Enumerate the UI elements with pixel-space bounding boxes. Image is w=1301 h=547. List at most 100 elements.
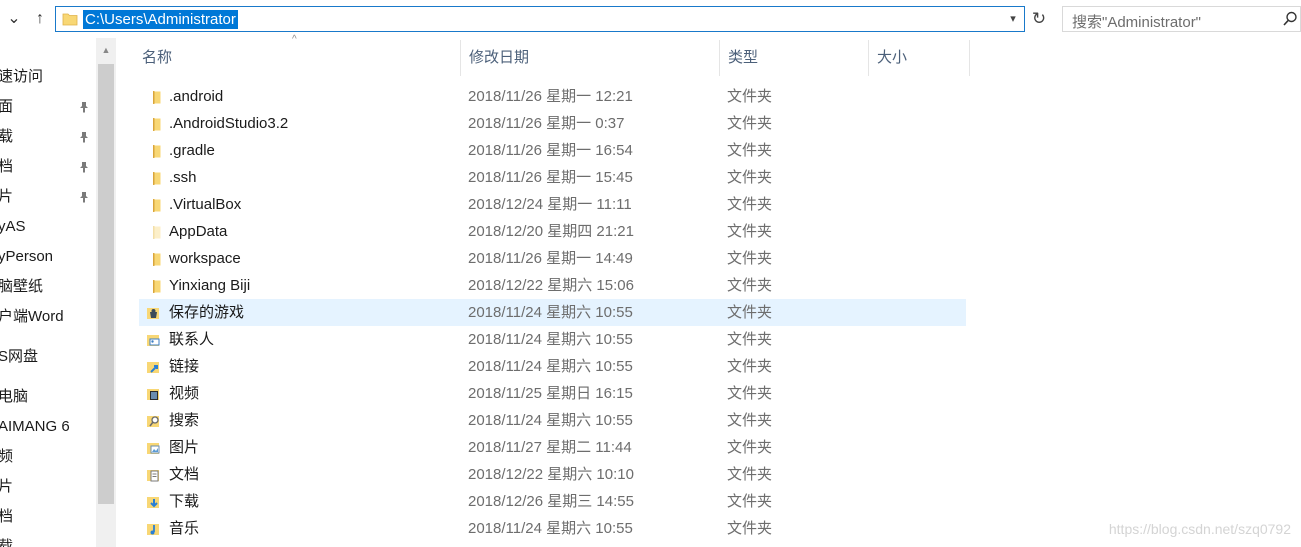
folder-icon [145, 250, 163, 267]
file-date: 2018/12/24 星期一 11:11 [468, 196, 632, 213]
file-date: 2018/11/26 星期一 15:45 [468, 169, 633, 186]
file-type: 文件夹 [727, 115, 773, 132]
pin-icon[interactable] [78, 161, 90, 173]
nav-item-videos[interactable]: 频 [0, 443, 96, 471]
watermark: https://blog.csdn.net/szq0792 [1108, 521, 1291, 537]
scrollbar-thumb[interactable] [98, 64, 114, 504]
pin-icon[interactable] [78, 131, 90, 143]
file-row[interactable]: 图片 2018/11/27 星期二 11:44 文件夹 [139, 434, 966, 461]
file-name: 音乐 [169, 520, 200, 537]
file-date: 2018/11/24 星期六 10:55 [468, 358, 633, 375]
nav-item-myas[interactable]: yAS [0, 213, 96, 241]
file-type: 文件夹 [727, 331, 773, 348]
file-type: 文件夹 [727, 385, 773, 402]
contacts-icon [145, 331, 163, 348]
nav-item-downloads[interactable]: 载 [0, 123, 96, 151]
column-header-row: ^ 名称 修改日期 类型 大小 [116, 34, 976, 76]
refresh-icon[interactable]: ↻ [1029, 8, 1049, 30]
file-date: 2018/11/27 星期二 11:44 [468, 439, 632, 456]
chevron-down-icon[interactable]: ▾ [1006, 11, 1020, 27]
file-date: 2018/12/20 星期四 21:21 [468, 223, 634, 240]
file-name: .android [169, 88, 224, 105]
searches-icon [145, 412, 163, 429]
navigation-pane: 速访问 面 载 档 片 yAS yPerson 脑壁纸 户端Word S网盘 电… [0, 38, 96, 547]
column-header-name[interactable]: 名称 [134, 40, 461, 76]
address-path[interactable]: C:\Users\Administrator [83, 10, 238, 29]
nav-item-cloud-drive[interactable]: S网盘 [0, 343, 96, 371]
file-name: 搜索 [169, 412, 200, 429]
search-icon[interactable] [1282, 10, 1298, 28]
file-row[interactable]: .AndroidStudio3.2 2018/11/26 星期一 0:37 文件夹 [139, 110, 966, 137]
file-date: 2018/11/25 星期日 16:15 [468, 385, 633, 402]
folder-icon [145, 88, 163, 105]
column-header-date[interactable]: 修改日期 [461, 40, 720, 76]
column-header-type[interactable]: 类型 [720, 40, 869, 76]
file-row[interactable]: 链接 2018/11/24 星期六 10:55 文件夹 [139, 353, 966, 380]
address-bar[interactable]: C:\Users\Administrator ▾ [55, 6, 1025, 32]
recent-locations-chevron-icon[interactable]: ⌄ [4, 8, 24, 30]
file-row[interactable]: workspace 2018/11/26 星期一 14:49 文件夹 [139, 245, 966, 272]
file-row[interactable]: 下载 2018/12/26 星期三 14:55 文件夹 [139, 488, 966, 515]
file-date: 2018/11/24 星期六 10:55 [468, 412, 633, 429]
file-type: 文件夹 [727, 439, 773, 456]
nav-item-downloads-pc[interactable]: 载 [0, 533, 96, 547]
file-type: 文件夹 [727, 520, 773, 537]
search-input[interactable]: 搜索"Administrator" [1072, 11, 1201, 32]
file-name: .ssh [169, 169, 197, 186]
file-type: 文件夹 [727, 169, 773, 186]
file-row[interactable]: .VirtualBox 2018/12/24 星期一 11:11 文件夹 [139, 191, 966, 218]
file-date: 2018/12/22 星期六 15:06 [468, 277, 634, 294]
documents-icon [145, 466, 163, 483]
file-name: 视频 [169, 385, 200, 402]
folder-icon [145, 277, 163, 294]
file-type: 文件夹 [727, 250, 773, 267]
file-row[interactable]: 文档 2018/12/22 星期六 10:10 文件夹 [139, 461, 966, 488]
search-box[interactable]: 搜索"Administrator" [1062, 6, 1301, 32]
file-type: 文件夹 [727, 304, 773, 321]
file-name: Yinxiang Biji [169, 277, 251, 294]
videos-icon [145, 385, 163, 402]
nav-item-wallpaper[interactable]: 脑壁纸 [0, 273, 96, 301]
file-row[interactable]: .android 2018/11/26 星期一 12:21 文件夹 [139, 83, 966, 110]
file-name: 保存的游戏 [169, 304, 245, 321]
up-arrow-icon[interactable]: ↑ [30, 8, 50, 30]
file-name: 文档 [169, 466, 200, 483]
file-type: 文件夹 [727, 223, 773, 240]
nav-item-myperson[interactable]: yPerson [0, 243, 96, 271]
nav-pane-scrollbar[interactable]: ▲ [96, 38, 116, 547]
file-row[interactable]: AppData 2018/12/20 星期四 21:21 文件夹 [139, 218, 966, 245]
nav-item-desktop[interactable]: 面 [0, 93, 96, 121]
file-row[interactable]: .gradle 2018/11/26 星期一 16:54 文件夹 [139, 137, 966, 164]
file-name: AppData [169, 223, 228, 240]
nav-item-this-pc[interactable]: 电脑 [0, 383, 96, 411]
nav-item-pictures[interactable]: 片 [0, 183, 96, 211]
folder-icon [145, 169, 163, 186]
saved-games-icon [145, 304, 163, 321]
file-row[interactable]: 保存的游戏 2018/11/24 星期六 10:55 文件夹 [139, 299, 966, 326]
file-type: 文件夹 [727, 88, 773, 105]
pin-icon[interactable] [78, 191, 90, 203]
column-header-size[interactable]: 大小 [869, 40, 970, 76]
nav-item-documents-pc[interactable]: 档 [0, 503, 96, 531]
nav-item-quick-access[interactable]: 速访问 [0, 63, 96, 91]
file-date: 2018/11/26 星期一 12:21 [468, 88, 633, 105]
file-date: 2018/11/26 星期一 14:49 [468, 250, 633, 267]
nav-item-aimang[interactable]: AIMANG 6 [0, 413, 96, 441]
file-row[interactable]: Yinxiang Biji 2018/12/22 星期六 15:06 文件夹 [139, 272, 966, 299]
file-row[interactable]: 音乐 2018/11/24 星期六 10:55 文件夹 [139, 515, 966, 542]
pictures-icon [145, 439, 163, 456]
file-name: .AndroidStudio3.2 [169, 115, 289, 132]
nav-item-client-word[interactable]: 户端Word [0, 303, 96, 331]
file-row[interactable]: 搜索 2018/11/24 星期六 10:55 文件夹 [139, 407, 966, 434]
nav-item-documents[interactable]: 档 [0, 153, 96, 181]
nav-item-pictures-pc[interactable]: 片 [0, 473, 96, 501]
folder-icon [62, 13, 78, 26]
file-name: 联系人 [169, 331, 215, 348]
file-date: 2018/11/26 星期一 16:54 [468, 142, 633, 159]
scroll-up-arrow-icon[interactable]: ▲ [96, 41, 116, 59]
file-row[interactable]: 视频 2018/11/25 星期日 16:15 文件夹 [139, 380, 966, 407]
file-row[interactable]: 联系人 2018/11/24 星期六 10:55 文件夹 [139, 326, 966, 353]
folder-icon [145, 142, 163, 159]
pin-icon[interactable] [78, 101, 90, 113]
file-row[interactable]: .ssh 2018/11/26 星期一 15:45 文件夹 [139, 164, 966, 191]
